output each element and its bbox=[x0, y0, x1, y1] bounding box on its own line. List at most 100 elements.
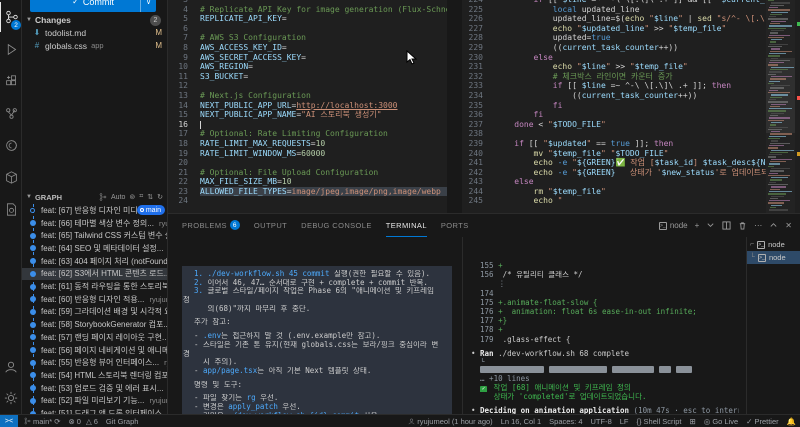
terminal-line: 상태가 'completed'로 업데이트되었습니다. bbox=[471, 392, 739, 401]
kill-terminal-icon[interactable] bbox=[738, 221, 747, 230]
chevron-down-icon[interactable] bbox=[706, 221, 715, 230]
panel-tab-debug-console[interactable]: DEBUG CONSOLE bbox=[301, 214, 372, 237]
terminal-right-pane[interactable]: 155 + 156 /* 유틸리티 클래스 */ ⋮ 174 175 +.ani… bbox=[462, 237, 745, 414]
graph-row[interactable]: feat: [52] 파일 미리보기 기능... ryujuny... bbox=[22, 395, 168, 408]
git-graph-status-item[interactable]: Git Graph bbox=[106, 417, 139, 426]
split-terminal-icon[interactable] bbox=[722, 221, 731, 230]
code-line: ((current_task_counter++)) bbox=[495, 91, 766, 101]
graph-row[interactable]: feat: [56] 페이지 네비게이션 및 애니메이... bbox=[22, 344, 168, 357]
activity-item-settings-file[interactable] bbox=[0, 194, 22, 224]
minimap-line bbox=[769, 44, 788, 45]
panel-tab-problems[interactable]: PROBLEMS6 bbox=[182, 214, 240, 237]
code-line: rm "$temp_file" bbox=[495, 187, 766, 197]
minimap-line bbox=[771, 113, 784, 114]
code-line: if [[ "$updated" == true ]]; then bbox=[495, 139, 766, 149]
cursor-position-item[interactable]: Ln 16, Col 1 bbox=[501, 417, 541, 426]
line-number: 245 bbox=[462, 196, 489, 206]
problems-status-item[interactable]: ⊗0 △6 bbox=[68, 417, 97, 426]
graph-filter-icon[interactable]: ⊚ bbox=[129, 193, 135, 201]
close-panel-icon[interactable]: ✕ bbox=[785, 221, 792, 230]
notifications-bell-icon[interactable]: 🔔 bbox=[787, 417, 796, 426]
more-actions-icon[interactable]: ⋯ bbox=[754, 221, 762, 230]
minimap-line bbox=[771, 21, 786, 22]
ports-icon[interactable]: ⊞ bbox=[689, 417, 695, 426]
activity-item-manage[interactable] bbox=[0, 383, 22, 413]
editor-group-divider[interactable] bbox=[447, 0, 462, 213]
terminal-line: 174 bbox=[471, 289, 739, 298]
branch-status-item[interactable]: main* ⟳ bbox=[24, 417, 60, 426]
commit-dot bbox=[30, 271, 36, 277]
terminal-line: 155 + bbox=[471, 261, 739, 270]
activity-item-source-control[interactable]: 2 bbox=[0, 2, 22, 32]
encoding-item[interactable]: UTF-8 bbox=[591, 417, 612, 426]
remote-indicator[interactable]: >< bbox=[0, 415, 18, 427]
terminal-tab-node[interactable]: └>_node bbox=[747, 251, 800, 264]
minimap[interactable] bbox=[766, 0, 795, 213]
go-live-item[interactable]: ◎Go Live bbox=[704, 417, 738, 426]
commit-dropdown-button[interactable]: ∨ bbox=[140, 0, 156, 12]
changed-file-todolist.md[interactable]: ⬇todolist.mdM bbox=[22, 26, 167, 39]
redacted-text-block bbox=[676, 366, 692, 373]
shell-script-editor[interactable]: 2242252262272282292302312322332342352362… bbox=[462, 0, 800, 213]
terminal-tab-node[interactable]: ⌐>_node bbox=[747, 238, 800, 251]
graph-row[interactable]: feat: [67] 반응형 디자인 미디...main bbox=[22, 204, 168, 217]
changed-file-globals.css[interactable]: #globals.cssappM bbox=[22, 39, 167, 52]
graph-push-icon[interactable]: ⇅ bbox=[147, 193, 153, 201]
panel-tab-terminal[interactable]: TERMINAL bbox=[386, 214, 427, 237]
code-line: echo -e "${GREEN} 상태가 '$new_status'로 업데이… bbox=[495, 168, 766, 178]
eol-item[interactable]: LF bbox=[620, 417, 629, 426]
line-number: 235 bbox=[462, 101, 489, 111]
minimap-line bbox=[770, 69, 788, 70]
person-icon bbox=[408, 418, 415, 425]
graph-section-header[interactable]: ▼ GRAPH Auto ⊚ ⌗ ⇅ ↻ bbox=[22, 191, 167, 203]
activity-item-container-extension[interactable] bbox=[0, 162, 22, 192]
graph-row[interactable]: feat: [63] 404 페이지 처리 (notFound... bbox=[22, 255, 168, 268]
panel-tab-output[interactable]: OUTPUT bbox=[254, 214, 287, 237]
minimap-line bbox=[768, 101, 788, 102]
blame-status-item[interactable]: ryujumeol (1 hour ago) bbox=[408, 417, 492, 426]
minimap-line bbox=[768, 46, 782, 47]
graph-row[interactable]: feat: [64] SEO 및 메타데이터 설정... ry... bbox=[22, 242, 168, 255]
new-terminal-button[interactable]: + bbox=[695, 221, 700, 230]
graph-refresh-icon[interactable]: ↻ bbox=[157, 193, 163, 201]
graph-row[interactable]: feat: [60] 반응형 디자인 적용... ryujuny... bbox=[22, 293, 168, 306]
graph-row[interactable]: feat: [59] 그라데이션 배경 및 시각적 요... bbox=[22, 306, 168, 319]
language-mode-item[interactable]: {}Shell Script bbox=[637, 417, 682, 426]
graph-row[interactable]: feat: [57] 랜딩 페이지 레이아웃 구현... r... bbox=[22, 331, 168, 344]
graph-row[interactable]: feat: [55] 반응형 뷰어 인터페이스... ryuj... bbox=[22, 356, 168, 369]
graph-row[interactable]: feat: [65] Tailwind CSS 커스텀 변수 설... bbox=[22, 229, 168, 242]
graph-row[interactable]: feat: [58] StorybookGenerator 컴포... bbox=[22, 318, 168, 331]
line-number: 24 bbox=[168, 196, 194, 206]
code-line: # AWS S3 Configuration bbox=[200, 33, 447, 43]
activity-item-ai-extension[interactable] bbox=[0, 130, 22, 160]
line-number: 240 bbox=[462, 149, 489, 159]
graph-auto-toggle[interactable]: Auto bbox=[111, 194, 125, 201]
minimap-line bbox=[770, 152, 788, 153]
env-editor[interactable]: 3456789101112131415161718192021222324 # … bbox=[168, 0, 447, 213]
graph-row[interactable]: feat: [61] 동적 라우팅을 통한 스토리북 ... bbox=[22, 280, 168, 293]
minimap-line bbox=[768, 74, 776, 75]
graph-row[interactable]: feat: [54] HTML 스토리북 렌더링 컴포... bbox=[22, 369, 168, 382]
activity-item-accounts[interactable] bbox=[0, 352, 22, 382]
minimap-line bbox=[769, 145, 784, 146]
minimap-line bbox=[768, 55, 780, 56]
activity-item-git-graph[interactable] bbox=[0, 98, 22, 128]
activity-item-extensions[interactable] bbox=[0, 66, 22, 96]
graph-row[interactable]: feat: [53] 업로드 검증 및 에러 표시... ry... bbox=[22, 382, 168, 395]
prettier-item[interactable]: ✓Prettier bbox=[746, 417, 778, 426]
panel-tab-ports[interactable]: PORTS bbox=[441, 214, 469, 237]
graph-fetch-icon[interactable]: ⌗ bbox=[139, 193, 143, 201]
changes-section-header[interactable]: ▼ Changes 2 bbox=[22, 14, 167, 26]
graph-row[interactable]: feat: [62] S3에서 HTML 콘텐츠 로드...... bbox=[22, 268, 168, 281]
terminal-left-pane[interactable]: 1. ./dev-workflow.sh 45 commit 실행(권한 필요할… bbox=[168, 237, 458, 414]
line-number: 7 bbox=[168, 33, 194, 43]
commit-button[interactable]: ✓ Commit ∨ bbox=[30, 0, 156, 12]
terminal-profile-dropdown[interactable]: >_ node bbox=[659, 221, 688, 230]
tab-label: PROBLEMS bbox=[182, 221, 227, 230]
maximize-panel-icon[interactable] bbox=[769, 221, 778, 230]
line-number: 229 bbox=[462, 43, 489, 53]
graph-row[interactable]: feat: [51] 드래그 앤 드롭 인터페이스... r... bbox=[22, 407, 168, 414]
indentation-item[interactable]: Spaces: 4 bbox=[549, 417, 582, 426]
graph-row[interactable]: feat: [66] 테마별 색상 변수 정의... ryuju... bbox=[22, 217, 168, 230]
activity-item-run-debug[interactable] bbox=[0, 34, 22, 64]
